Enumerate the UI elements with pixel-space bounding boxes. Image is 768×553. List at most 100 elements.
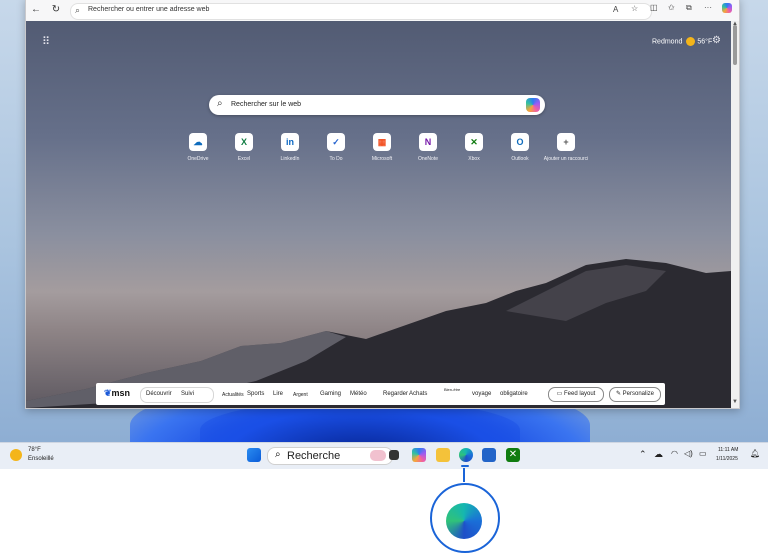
tab-decouvrir[interactable]: Découvrir (146, 391, 172, 397)
cat-gaming[interactable]: Gaming (320, 391, 341, 397)
excel-icon: X (235, 133, 253, 151)
cat-meteo[interactable]: Météo (350, 391, 367, 397)
ajouter-un-raccourci-icon: + (557, 133, 575, 151)
quick-link-label: OneNote (417, 156, 438, 162)
store-icon[interactable] (482, 448, 496, 462)
feed-layout-button[interactable]: ▭ Feed layout (548, 387, 604, 402)
msn-logo-text: msn (111, 388, 131, 398)
settings-gear-icon[interactable]: ⚙ (712, 35, 721, 46)
feed-layout-icon: ▭ (556, 391, 564, 397)
weather-sun-icon[interactable] (10, 449, 22, 461)
search-icon: ⌕ (275, 449, 281, 460)
cat-achats[interactable]: Achats (409, 391, 427, 397)
msn-logo[interactable]: ❦msn (104, 388, 130, 399)
weather-widget[interactable]: Redmond 56°F (652, 37, 712, 46)
sun-icon (686, 37, 696, 46)
quick-link-onenote[interactable]: N OneNote (403, 133, 453, 173)
edge-callout-magnifier (430, 483, 500, 553)
quick-link-label: OneDrive (187, 156, 209, 162)
cat-lire[interactable]: Lire (273, 391, 283, 397)
split-screen-icon[interactable]: ◫ (650, 3, 658, 12)
edge-logo-icon (446, 503, 482, 539)
scroll-down-icon[interactable]: ▼ (731, 399, 739, 405)
quick-link-label: Excel (237, 156, 251, 162)
weather-temp: 56°F (697, 38, 713, 46)
notification-bell-icon[interactable]: 🔔︎ (750, 449, 760, 458)
personalize-button[interactable]: ✎ Personalize (609, 387, 661, 402)
tray-chevron-icon[interactable]: ⌃ (639, 449, 647, 460)
collections-icon[interactable]: ⧉ (686, 3, 692, 13)
onedrive-icon: ☁ (189, 133, 207, 151)
cat-bien-etre[interactable]: Bien-être (444, 387, 460, 392)
linkedin-icon: in (281, 133, 299, 151)
clock-time[interactable]: 11:11 AM (718, 447, 738, 453)
volume-icon[interactable]: ◁) (684, 449, 693, 458)
refresh-icon[interactable]: ↻ (50, 4, 62, 16)
search-icon: ⌕ (217, 98, 223, 109)
address-bar[interactable]: ⌕ Rechercher ou entrer une adresse web A… (70, 3, 652, 20)
apps-grid-icon[interactable]: ⠿ (42, 35, 50, 48)
file-explorer-icon[interactable] (436, 448, 450, 462)
new-tab-page: ⠿ Redmond 56°F ⚙ ⌕ Rechercher sur le web … (26, 21, 731, 408)
onenote-icon: N (419, 133, 437, 151)
quick-link-microsoft[interactable]: ▦ Microsoft (357, 133, 407, 173)
quick-link-excel[interactable]: X Excel (219, 133, 269, 173)
address-placeholder: Rechercher ou entrer une adresse web (88, 6, 210, 13)
cat-sports[interactable]: Sports (247, 391, 264, 397)
feed-layout-label: Feed layout (563, 391, 596, 397)
vertical-scrollbar[interactable]: ▲ ▼ (731, 21, 739, 408)
taskbar-search[interactable]: ⌕ Recherche (267, 447, 393, 465)
taskbar-weather-temp: 78°F (28, 447, 41, 453)
cat-obligatoire[interactable]: obligatoire (500, 391, 528, 397)
scroll-thumb[interactable] (733, 25, 737, 65)
copilot-icon[interactable] (526, 98, 540, 112)
quick-link-label: Ajouter un raccourci (543, 156, 589, 162)
xbox-icon: ✕ (465, 133, 483, 151)
back-icon[interactable]: ← (30, 4, 42, 16)
cat-actualites[interactable]: Actualités (222, 392, 244, 398)
quick-link-label: Outlook (511, 156, 529, 162)
quick-link-to-do[interactable]: ✓ To Do (311, 133, 361, 173)
taskbar: 78°F Ensoleillé ⌕ Recherche ✕ ⌃ ☁ ◠ ◁) ▭… (0, 442, 768, 469)
onedrive-icon[interactable]: ☁ (654, 449, 663, 460)
cat-regarder[interactable]: Regarder (383, 391, 408, 397)
to-do-icon: ✓ (327, 133, 345, 151)
quick-link-onedrive[interactable]: ☁ OneDrive (173, 133, 223, 173)
msn-feed-bar: ❦msn Découvrir Suivi Actualités Sports L… (96, 383, 665, 405)
search-highlight-icon (370, 450, 386, 461)
favorite-icon[interactable]: ☆ (631, 4, 638, 13)
quick-link-label: Xbox (468, 156, 480, 162)
edge-taskbar-icon[interactable] (459, 448, 473, 462)
weather-city: Redmond (652, 38, 683, 46)
quick-link-ajouter-un-raccourci[interactable]: + Ajouter un raccourci (541, 133, 591, 173)
taskbar-weather-cond: Ensoleillé (28, 456, 54, 462)
xbox-icon[interactable]: ✕ (506, 448, 520, 462)
personalize-label: Personalize (622, 391, 655, 397)
tab-suivi[interactable]: Suivi (181, 391, 194, 397)
clock-date[interactable]: 1/11/2025 (716, 456, 738, 462)
copilot-taskbar-icon[interactable] (412, 448, 426, 462)
cat-argent[interactable]: Argent (293, 392, 308, 398)
battery-icon[interactable]: ▭ (699, 449, 707, 458)
search-icon: ⌕ (75, 5, 81, 15)
more-icon[interactable]: ··· (704, 3, 712, 12)
edge-browser-window: ← ↻ ⌕ Rechercher ou entrer une adresse w… (25, 0, 740, 409)
web-search-box[interactable]: ⌕ Rechercher sur le web (209, 95, 545, 115)
microsoft-icon: ▦ (373, 133, 391, 151)
task-view-icon[interactable] (389, 450, 399, 460)
copilot-icon[interactable] (722, 3, 732, 13)
taskbar-search-label: Recherche (287, 450, 341, 462)
butterfly-icon: ❦ (104, 388, 112, 398)
start-windows-icon[interactable] (247, 448, 261, 462)
quick-link-xbox[interactable]: ✕ Xbox (449, 133, 499, 173)
wifi-icon[interactable]: ◠ (671, 449, 678, 458)
quick-link-linkedin[interactable]: in LinkedIn (265, 133, 315, 173)
cat-voyage[interactable]: voyage (472, 391, 491, 397)
favorites-icon[interactable]: ✩ (668, 3, 675, 12)
search-placeholder: Rechercher sur le web (231, 101, 302, 108)
read-aloud-icon[interactable]: A (613, 5, 618, 14)
quick-link-label: To Do (329, 156, 343, 162)
quick-link-label: LinkedIn (280, 156, 300, 162)
quick-link-outlook[interactable]: O Outlook (495, 133, 545, 173)
edge-active-indicator (461, 465, 469, 467)
